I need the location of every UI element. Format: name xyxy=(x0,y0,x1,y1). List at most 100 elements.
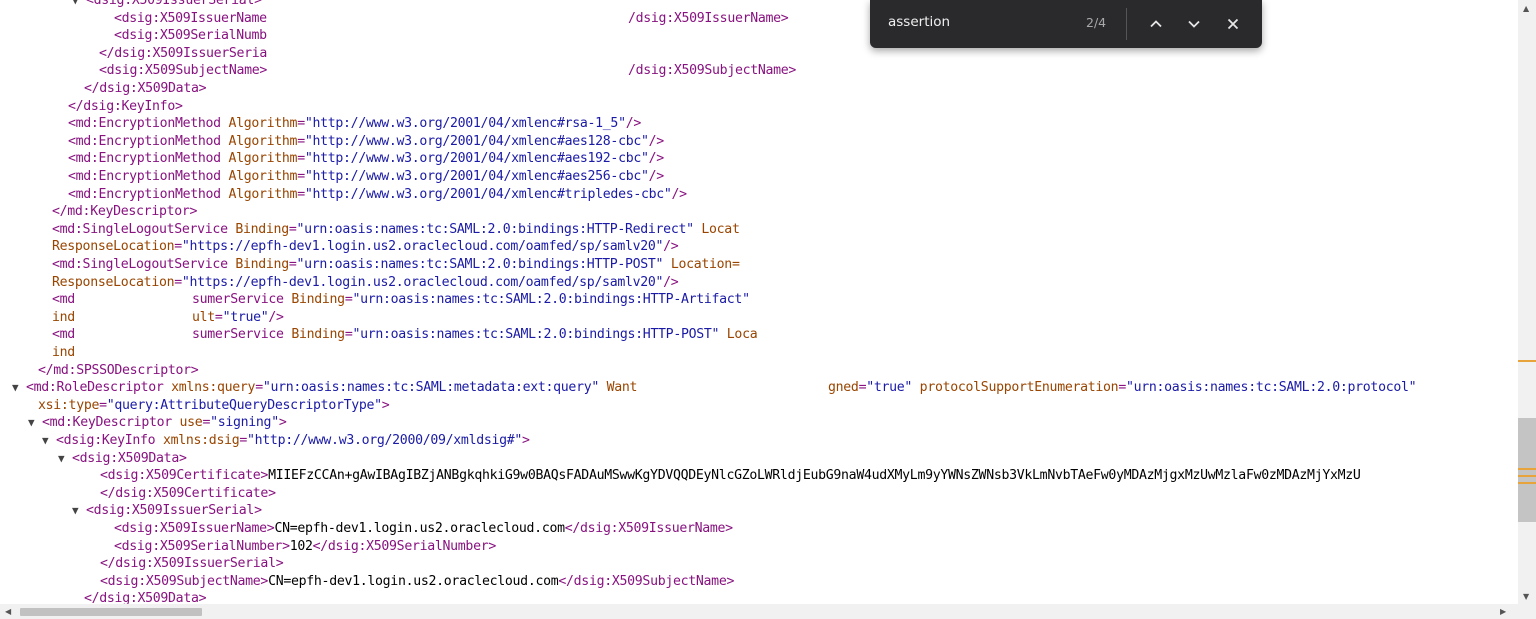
xml-token: "http://www.w3.org/2001/04/xmlenc#triple… xyxy=(304,186,672,202)
chevron-up-icon[interactable] xyxy=(1144,12,1168,36)
xml-token: Algorithm xyxy=(228,169,298,184)
xml-token: sumerService xyxy=(192,292,292,308)
xml-line-fragment: /dsig:X509IssuerName> xyxy=(628,10,789,28)
xml-token: </dsig:X509IssuerName> xyxy=(564,521,733,536)
xml-token: Algorithm xyxy=(228,186,298,202)
xml-line: <md:EncryptionMethod Algorithm="http://w… xyxy=(54,133,664,151)
scroll-down-arrow-icon[interactable]: ▼ xyxy=(1523,592,1529,601)
find-input[interactable]: assertion xyxy=(888,14,950,30)
xml-line: <md:EncryptionMethod Algorithm="http://w… xyxy=(54,186,687,204)
xml-token: <md:EncryptionMethod xyxy=(68,169,229,184)
xml-token: "urn:oasis:names:tc:SAML:2.0:bindings:HT… xyxy=(296,257,664,272)
xml-line: ResponseLocation="https://epfh-dev1.logi… xyxy=(38,238,679,256)
xml-token: Binding xyxy=(291,292,345,308)
xml-line: <md:SingleLogoutService Binding="urn:oas… xyxy=(38,221,740,239)
scroll-right-arrow-icon[interactable]: ▶ xyxy=(1500,607,1506,616)
xml-line: <md:EncryptionMethod Algorithm="http://w… xyxy=(54,115,641,133)
xml-token: = xyxy=(297,133,305,149)
xml-token: "true" xyxy=(866,380,913,396)
horizontal-scrollbar-thumb[interactable] xyxy=(20,608,202,616)
xml-line: </md:SPSSODescriptor> xyxy=(24,362,199,380)
collapse-toggle-icon[interactable]: ▼ xyxy=(58,450,72,468)
xml-token: = xyxy=(1118,380,1126,396)
xml-token: "https://epfh-dev1.login.us2.oraclecloud… xyxy=(181,239,664,255)
search-match-marker xyxy=(1518,482,1536,484)
xml-line: <dsig:X509SubjectName>CN=epfh-dev1.login… xyxy=(86,573,734,591)
xml-token: > xyxy=(278,415,287,431)
xml-line: </dsig:X509IssuerSeria xyxy=(85,45,267,63)
search-match-marker xyxy=(1518,475,1536,477)
xml-line: xsi:type="query:AttributeQueryDescriptor… xyxy=(24,397,390,415)
xml-line-fragment: gned="true" protocolSupportEnumeration="… xyxy=(828,379,1417,397)
xml-token: CN=epfh-dev1.login.us2.oraclecloud.com xyxy=(274,521,565,536)
xml-line: </dsig:KeyInfo> xyxy=(54,98,183,116)
xml-token: ult xyxy=(192,309,215,325)
xml-token: <dsig:X509SerialNumber> xyxy=(114,538,290,554)
xml-token: </dsig:X509IssuerSeria xyxy=(99,45,268,61)
xml-token: <dsig:X509Data> xyxy=(72,450,187,466)
xml-line: ▼ <dsig:X509Data> xyxy=(58,450,187,468)
xml-token: <dsig:X509SerialNumb xyxy=(114,28,267,44)
xml-token: "http://www.w3.org/2001/04/xmlenc#aes128… xyxy=(304,133,649,149)
xml-line: <dsig:X509SerialNumb xyxy=(100,27,267,45)
xml-token: "urn:oasis:names:tc:SAML:2.0:bindings:HT… xyxy=(296,221,694,237)
xml-token: Locat xyxy=(693,221,740,237)
xml-token: <dsig:X509SubjectName> xyxy=(99,63,268,79)
collapse-toggle-icon[interactable]: ▼ xyxy=(72,0,86,10)
xml-token: protocolSupportEnumeration xyxy=(912,380,1119,396)
xml-token: "urn:oasis:names:tc:SAML:metadata:ext:qu… xyxy=(262,380,599,396)
xml-token: "https://epfh-dev1.login.us2.oraclecloud… xyxy=(181,274,664,290)
match-count: 2/4 xyxy=(1086,15,1107,30)
collapse-toggle-icon[interactable]: ▼ xyxy=(12,379,26,397)
xml-token: </dsig:X509SerialNumber> xyxy=(312,538,497,554)
xml-token: "http://www.w3.org/2001/04/xmlenc#aes256… xyxy=(304,169,649,184)
xml-token: <dsig:KeyInfo xyxy=(56,433,163,448)
xml-token: > xyxy=(381,397,390,413)
xml-line: <dsig:X509IssuerName>CN=epfh-dev1.login.… xyxy=(100,520,733,538)
xml-tree-viewer: ▼ <dsig:X509IssuerSerial> <dsig:X509Issuer… xyxy=(0,0,1518,604)
xml-token: = xyxy=(202,415,211,431)
xml-token: use xyxy=(179,415,203,431)
xml-token: = xyxy=(174,239,182,255)
xml-token: Location= xyxy=(663,257,740,272)
xml-token: /> xyxy=(268,309,284,325)
xml-token: "true" xyxy=(222,309,269,325)
find-separator xyxy=(1126,8,1127,40)
xml-token: <dsig:X509IssuerName> xyxy=(114,521,275,536)
collapse-toggle-icon[interactable]: ▼ xyxy=(42,432,56,450)
xml-line: <md xyxy=(38,291,75,309)
xml-token: <md:EncryptionMethod xyxy=(68,186,229,202)
horizontal-scrollbar[interactable] xyxy=(0,604,1536,619)
xml-token: MIIEFzCCAn+gAwIBAgIBZjANBgkqhkiG9w0BAQsF… xyxy=(268,468,1361,484)
scroll-up-arrow-icon[interactable]: ▲ xyxy=(1523,4,1529,13)
xml-token: /> xyxy=(648,169,665,184)
xml-token: Algorithm xyxy=(228,116,298,132)
xml-token: = xyxy=(297,116,305,132)
xml-token: /> xyxy=(671,186,688,202)
vertical-scrollbar-thumb[interactable] xyxy=(1518,418,1536,522)
collapse-toggle-icon[interactable]: ▼ xyxy=(72,502,86,520)
xml-token: = xyxy=(255,380,263,396)
xml-token: <md:SingleLogoutService xyxy=(52,221,236,237)
xml-line: ind xyxy=(38,344,75,362)
xml-token: /> xyxy=(663,239,679,255)
xml-token: <md:EncryptionMethod xyxy=(68,151,229,167)
xml-token: Algorithm xyxy=(228,133,298,149)
xml-token: Want xyxy=(598,380,638,396)
xml-token: > xyxy=(522,433,530,448)
xml-line: ind xyxy=(38,309,75,327)
xml-token: gned xyxy=(828,380,859,396)
xml-line: ▼ <dsig:KeyInfo xmlns:dsig="http://www.w3… xyxy=(42,432,530,450)
xml-token: </dsig:X509Data> xyxy=(84,591,207,604)
xml-token: ind xyxy=(52,309,75,325)
collapse-toggle-icon[interactable]: ▼ xyxy=(28,414,42,432)
close-icon[interactable] xyxy=(1221,12,1245,36)
scroll-left-arrow-icon[interactable]: ◀ xyxy=(5,607,11,616)
xml-token: "urn:oasis:names:tc:SAML:2.0:bindings:HT… xyxy=(352,292,750,308)
xml-token: = xyxy=(214,309,223,325)
xml-token: "http://www.w3.org/2001/04/xmlenc#aes192… xyxy=(304,151,649,167)
chevron-down-icon[interactable] xyxy=(1182,12,1206,36)
xml-token: </md:KeyDescriptor> xyxy=(52,204,198,220)
xml-token: Binding xyxy=(235,221,289,237)
xml-token: = xyxy=(174,274,182,290)
